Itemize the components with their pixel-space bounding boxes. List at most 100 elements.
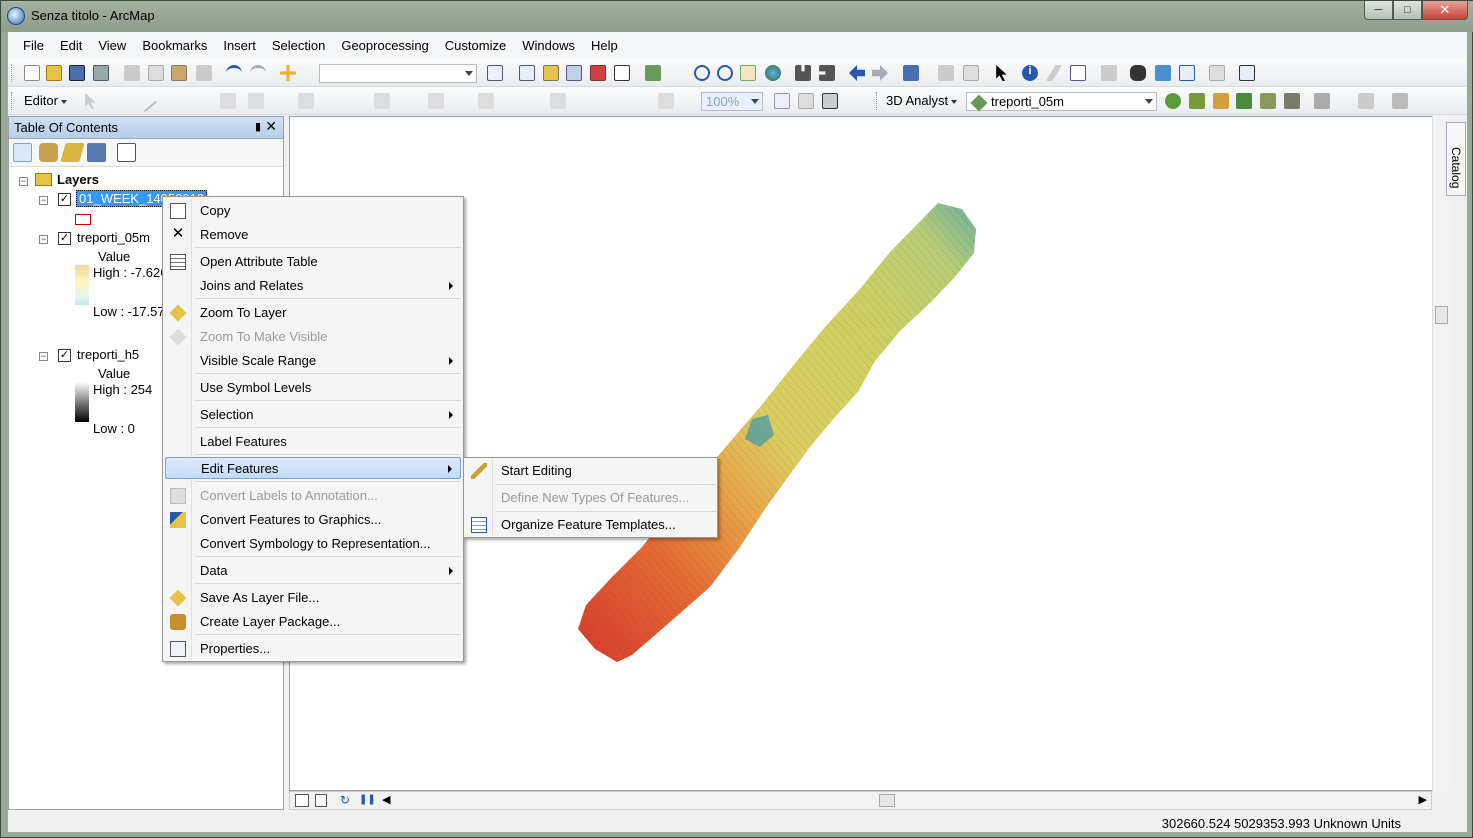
- menu-file[interactable]: File: [15, 38, 52, 53]
- menu-item-open-attribute-table[interactable]: Open Attribute Table: [165, 251, 461, 273]
- menu-item-visible-scale-range[interactable]: Visible Scale Range: [165, 350, 461, 372]
- forward-extent-icon[interactable]: [872, 65, 888, 81]
- edit-tool-icon[interactable]: [85, 93, 96, 109]
- list-by-visibility-icon[interactable]: [60, 143, 85, 162]
- polygon-symbol[interactable]: [75, 214, 91, 225]
- menu-edit[interactable]: Edit: [52, 38, 90, 53]
- minimize-button[interactable]: ─: [1364, 1, 1393, 20]
- zoom-out-icon[interactable]: [717, 65, 733, 81]
- split-icon[interactable]: [298, 93, 314, 109]
- catalog-window-icon[interactable]: [543, 65, 559, 81]
- scale-combo[interactable]: [319, 64, 477, 83]
- options-icon[interactable]: [117, 143, 136, 162]
- editor-menu[interactable]: Editor: [24, 93, 67, 108]
- identify-icon[interactable]: i: [1022, 65, 1038, 81]
- layout-back-icon[interactable]: [658, 93, 674, 109]
- select-by-graphics-icon[interactable]: [963, 65, 979, 81]
- pin-icon[interactable]: ▮: [255, 120, 261, 133]
- menu-item-label-features[interactable]: Label Features: [165, 431, 461, 453]
- save-icon[interactable]: [69, 65, 85, 81]
- layer-visibility-checkbox[interactable]: ✓: [58, 349, 71, 362]
- arcglobe-icon[interactable]: [1392, 93, 1408, 109]
- delete-icon[interactable]: [196, 65, 212, 81]
- menu-item-copy[interactable]: Copy: [165, 200, 461, 222]
- fixed-zoom-in-icon[interactable]: [795, 65, 811, 81]
- cut-icon[interactable]: [124, 65, 140, 81]
- toolbar-grip[interactable]: [11, 64, 14, 82]
- pause-icon[interactable]: ❚❚: [359, 794, 376, 805]
- layout-zoom-in-icon[interactable]: [478, 93, 494, 109]
- catalog-tab[interactable]: Catalog: [1446, 122, 1466, 196]
- redo-icon[interactable]: [250, 65, 266, 81]
- menu-item-define-new-types[interactable]: Define New Types Of Features...: [466, 487, 716, 509]
- collapse-layer-icon[interactable]: −: [39, 235, 48, 244]
- data-view-icon[interactable]: [295, 794, 309, 807]
- toggle-draft-icon[interactable]: [774, 93, 790, 109]
- attributes-icon[interactable]: [374, 93, 390, 109]
- find-route-icon[interactable]: [1155, 65, 1171, 81]
- arcscene-icon[interactable]: [1358, 93, 1374, 109]
- zoom-in-icon[interactable]: [694, 65, 710, 81]
- menu-selection[interactable]: Selection: [264, 38, 333, 53]
- menu-item-data[interactable]: Data: [165, 560, 461, 582]
- profile-graph-icon[interactable]: [1314, 93, 1330, 109]
- interpolate-line-icon[interactable]: [1260, 93, 1276, 109]
- editor-toolbar-icon[interactable]: [487, 65, 503, 81]
- list-by-drawing-order-icon[interactable]: [13, 143, 32, 162]
- find-icon[interactable]: [1130, 65, 1146, 81]
- menu-item-zoom-to-make-visible[interactable]: Zoom To Make Visible: [165, 326, 461, 348]
- menu-help[interactable]: Help: [583, 38, 626, 53]
- vertex-icon[interactable]: [220, 93, 236, 109]
- menu-item-start-editing[interactable]: Start Editing: [466, 460, 716, 482]
- select-features-icon[interactable]: [903, 65, 919, 81]
- list-by-selection-icon[interactable]: [87, 143, 106, 162]
- paste-icon[interactable]: [171, 65, 187, 81]
- collapse-layers-icon[interactable]: −: [19, 177, 28, 186]
- arctoolbox-icon[interactable]: [590, 65, 606, 81]
- vertical-scrollbar[interactable]: [1432, 116, 1450, 791]
- close-icon[interactable]: ✕: [265, 118, 277, 135]
- clear-selection-icon[interactable]: [938, 65, 954, 81]
- data-frame-layers[interactable]: Layers: [57, 172, 99, 187]
- zoom-percent-combo[interactable]: 100%: [701, 92, 763, 111]
- menu-item-selection[interactable]: Selection: [165, 404, 461, 426]
- modelbuilder-icon[interactable]: [645, 65, 661, 81]
- layer-visibility-checkbox[interactable]: ✓: [58, 232, 71, 245]
- horizontal-scroll-thumb[interactable]: [879, 794, 895, 807]
- toolbar-grip[interactable]: [11, 92, 14, 110]
- menu-view[interactable]: View: [90, 38, 134, 53]
- menu-item-remove[interactable]: ✕ Remove: [165, 224, 461, 246]
- copy-toolbar-icon[interactable]: [148, 65, 164, 81]
- refresh-icon[interactable]: ↻: [340, 793, 350, 807]
- layer-item[interactable]: treporti_h5: [77, 347, 139, 362]
- measure-icon[interactable]: [1101, 65, 1117, 81]
- layer-item[interactable]: treporti_05m: [77, 230, 150, 245]
- search-window-icon[interactable]: [566, 65, 582, 81]
- add-data-icon[interactable]: [280, 65, 296, 81]
- menu-item-convert-features[interactable]: Convert Features to Graphics...: [165, 509, 461, 531]
- menu-item-zoom-to-layer[interactable]: Zoom To Layer: [165, 302, 461, 324]
- pan-icon[interactable]: [740, 65, 756, 81]
- python-window-icon[interactable]: [614, 65, 630, 81]
- maximize-button[interactable]: □: [1393, 1, 1422, 20]
- toolbar-grip[interactable]: [876, 92, 879, 110]
- time-slider-icon[interactable]: [1209, 65, 1225, 81]
- new-document-icon[interactable]: [24, 65, 40, 81]
- scroll-thumb[interactable]: [1435, 306, 1448, 324]
- change-layout-icon[interactable]: [822, 93, 838, 109]
- collapse-layer-icon[interactable]: −: [39, 196, 48, 205]
- steepest-path-icon[interactable]: [1189, 93, 1205, 109]
- hyperlink-icon[interactable]: [1046, 65, 1062, 81]
- interpolate-point-icon[interactable]: [1236, 93, 1252, 109]
- menu-item-use-symbol-levels[interactable]: Use Symbol Levels: [165, 377, 461, 399]
- straight-segment-icon[interactable]: [134, 89, 158, 113]
- menu-item-properties[interactable]: Properties...: [165, 638, 461, 660]
- focus-frame-icon[interactable]: [798, 93, 814, 109]
- layer-visibility-checkbox[interactable]: ✓: [58, 193, 71, 206]
- scroll-left-icon[interactable]: ◀: [382, 793, 390, 806]
- line-of-sight-icon[interactable]: [1213, 93, 1229, 109]
- interpolate-polygon-icon[interactable]: [1284, 93, 1300, 109]
- contour-icon[interactable]: [1165, 93, 1181, 109]
- back-extent-icon[interactable]: [849, 65, 865, 81]
- close-button[interactable]: ✕: [1422, 1, 1468, 20]
